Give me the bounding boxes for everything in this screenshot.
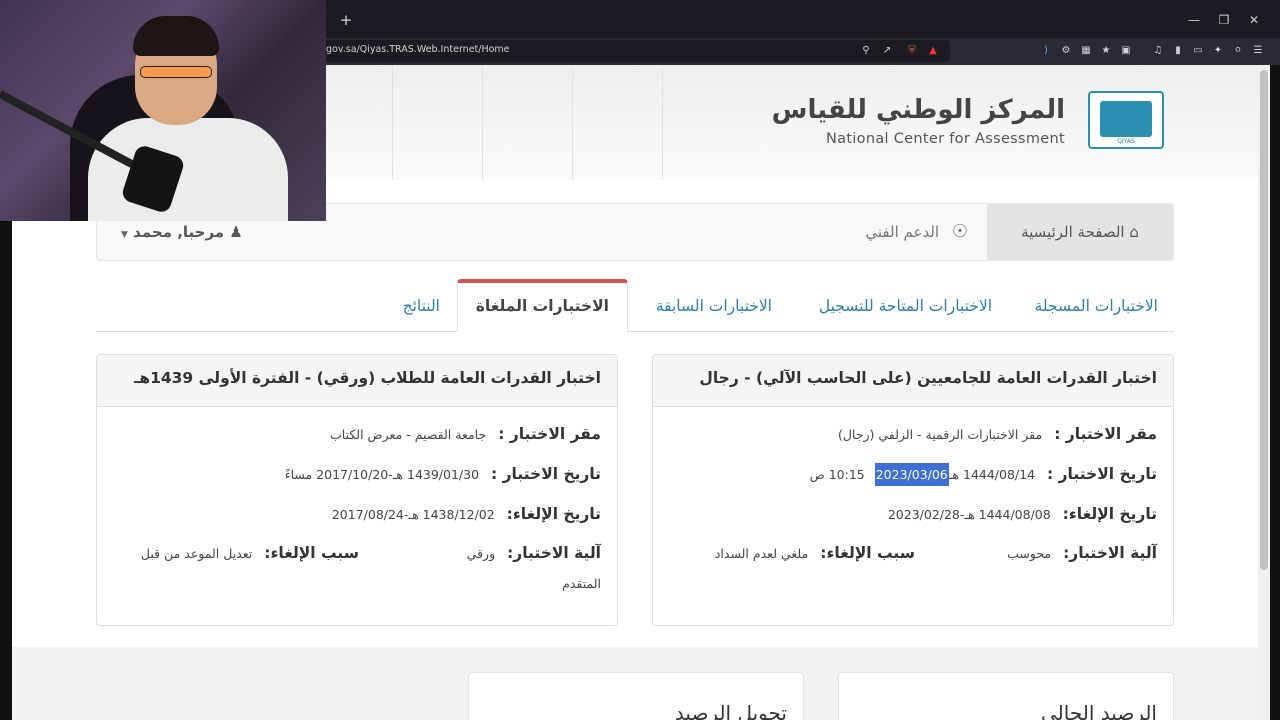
venue-label: مقر الاختبار : [498, 425, 601, 443]
extension-icon-3[interactable]: ★ [1100, 45, 1112, 57]
transfer-balance-box: تحويل الرصيد [468, 672, 804, 720]
extension-icon-4[interactable]: ▣ [1120, 45, 1132, 57]
mechanism-label: آلية الاختبار: [507, 544, 601, 562]
nav-home-link[interactable]: ⌂ الصفحة الرئيسية [987, 204, 1173, 260]
card-title: اختبار القدرات العامة للجامعيين (على الح… [699, 369, 1157, 387]
extension-icon-2[interactable]: ▦ [1080, 45, 1092, 57]
nav-support-link[interactable]: ☉ الدعم الفني [865, 204, 968, 260]
cancel-date-row: تاريخ الإلغاء: 1444/08/08 هـ-2023/02/28 [888, 505, 1157, 523]
reason-row: سبب الإلغاء: ملغي لعدم السداد [715, 544, 915, 562]
tab-results[interactable]: النتائج [403, 293, 440, 331]
webcam-person-body [88, 118, 288, 221]
cancelled-test-card: اختبار القدرات العامة للطلاب (ورقي) - ال… [96, 354, 618, 626]
test-date-label: تاريخ الاختبار : [491, 465, 601, 483]
reason-value: ملغي لعدم السداد [714, 546, 809, 561]
cancel-date-value: 1444/08/08 هـ-2023/02/28 [887, 507, 1051, 522]
close-window-icon[interactable]: ✕ [1244, 10, 1264, 30]
cancel-date-value: 1438/12/02 هـ-2017/08/24 [331, 507, 495, 522]
header-pattern [662, 65, 722, 180]
tab-registered-tests[interactable]: الاختبارات المسجلة [1035, 293, 1158, 331]
wallet-card-icon[interactable]: ▭ [1192, 45, 1204, 57]
transfer-balance-title: تحويل الرصيد [674, 701, 787, 720]
new-tab-button[interactable]: + [338, 12, 354, 28]
rewards-icon[interactable]: ▲ [927, 45, 939, 57]
restore-icon[interactable]: ❐ [1214, 10, 1234, 30]
venue-value: جامعة القصيم - معرض الكتاب [330, 427, 487, 442]
test-time: 10:15 ص [809, 467, 865, 482]
mechanism-label: آلية الاختبار: [1063, 544, 1157, 562]
webcam-person-hair [133, 16, 219, 56]
menu-icon[interactable]: ☰ [1252, 45, 1264, 57]
cancel-date-row: تاريخ الإلغاء: 1438/12/02 هـ-2017/08/24 [332, 505, 601, 523]
test-date-value: 1439/01/30 هـ-2017/10/20 مساءً [284, 467, 480, 482]
mechanism-value: ورقي [466, 546, 496, 561]
reason-label: سبب الإلغاء: [264, 544, 359, 562]
user-icon: ♟ [229, 223, 243, 241]
lifebuoy-icon: ☉ [951, 221, 968, 242]
address-bar-url: gov.sa/Qiyas.TRAS.Web.Internet/Home [326, 44, 510, 55]
card-header: اختبار القدرات العامة للطلاب (ورقي) - ال… [97, 355, 617, 407]
mechanism-row: آلية الاختبار: محوسب [1007, 544, 1157, 562]
webcam-glasses [140, 66, 212, 78]
venue-value: مقر الاختبارات الرقمية - الزلفي (رجال) [837, 427, 1043, 442]
zoom-icon[interactable]: ⚲ [860, 45, 872, 57]
brave-shield-icon[interactable]: ⛨ [906, 45, 918, 57]
right-edge [1270, 65, 1280, 720]
minimize-icon[interactable]: — [1184, 10, 1204, 30]
test-date-hijri: 1444/08/14 هـ [948, 467, 1036, 482]
cancel-date-label: تاريخ الإلغاء: [506, 505, 601, 523]
venue-row: مقر الاختبار : مقر الاختبارات الرقمية - … [838, 425, 1157, 443]
wallet-icon[interactable]: ) [1040, 45, 1052, 57]
scrollbar-thumb[interactable] [1260, 70, 1268, 570]
cancel-date-label: تاريخ الإلغاء: [1062, 505, 1157, 523]
share-icon[interactable]: ↗ [881, 45, 893, 57]
mechanism-row: آلية الاختبار: ورقي [467, 544, 601, 562]
header-pattern [572, 65, 632, 180]
logo-caption: QIYAS [1117, 138, 1135, 145]
current-balance-box: الرصيد الحالي [838, 672, 1174, 720]
webcam-overlay [0, 0, 326, 221]
cancelled-test-card: اختبار القدرات العامة للجامعيين (على الح… [652, 354, 1174, 626]
tabs-bar: الاختبارات المسجلة الاختبارات المتاحة لل… [96, 279, 1174, 332]
nav-support-label: الدعم الفني [865, 223, 940, 241]
media-icon[interactable]: ♫ [1152, 45, 1164, 57]
test-date-label: تاريخ الاختبار : [1047, 465, 1157, 483]
mechanism-value: محوسب [1007, 546, 1052, 561]
user-greeting: مرحبا, محمد [133, 223, 225, 241]
test-date-row: تاريخ الاختبار : 1444/08/14 هـ2023/03/06… [809, 463, 1157, 486]
home-icon: ⌂ [1129, 223, 1139, 241]
extension-icon-1[interactable]: ⚙ [1060, 45, 1072, 57]
current-balance-title: الرصيد الحالي [1041, 701, 1157, 720]
test-date-gregorian-selected: 2023/03/06 [874, 463, 949, 486]
reason-value-continued: المتقدم [562, 576, 601, 591]
qiyas-logo[interactable]: QIYAS [1088, 91, 1164, 149]
card-header: اختبار القدرات العامة للجامعيين (على الح… [653, 355, 1173, 407]
venue-row: مقر الاختبار : جامعة القصيم - معرض الكتا… [330, 425, 601, 443]
logo-mark [1100, 101, 1152, 137]
address-bar[interactable]: gov.sa/Qiyas.TRAS.Web.Internet/Home [290, 40, 950, 62]
header-pattern [392, 65, 452, 180]
reason-row: سبب الإلغاء: تعديل الموعد من قبل [141, 544, 359, 562]
tab-available-tests[interactable]: الاختبارات المتاحة للتسجيل [819, 293, 992, 331]
test-date-row: تاريخ الاختبار : 1439/01/30 هـ-2017/10/2… [285, 465, 601, 483]
leo-icon[interactable]: ✦ [1212, 45, 1224, 57]
tab-previous-tests[interactable]: الاختبارات السابقة [656, 293, 772, 331]
tab-cancelled-tests[interactable]: الاختبارات الملغاة [456, 279, 628, 332]
card-title: اختبار القدرات العامة للطلاب (ورقي) - ال… [134, 369, 601, 387]
venue-label: مقر الاختبار : [1054, 425, 1157, 443]
sidebar-icon[interactable]: ▮ [1172, 45, 1184, 57]
reason-label: سبب الإلغاء: [820, 544, 915, 562]
nav-home-label: الصفحة الرئيسية [1021, 223, 1125, 241]
reason-value: تعديل الموعد من قبل [140, 546, 253, 561]
org-name-english: National Center for Assessment [826, 131, 1065, 147]
vpn-icon[interactable]: ⚪ [1232, 45, 1244, 57]
header-pattern [482, 65, 542, 180]
org-name-arabic: المركز الوطني للقياس [771, 95, 1065, 125]
